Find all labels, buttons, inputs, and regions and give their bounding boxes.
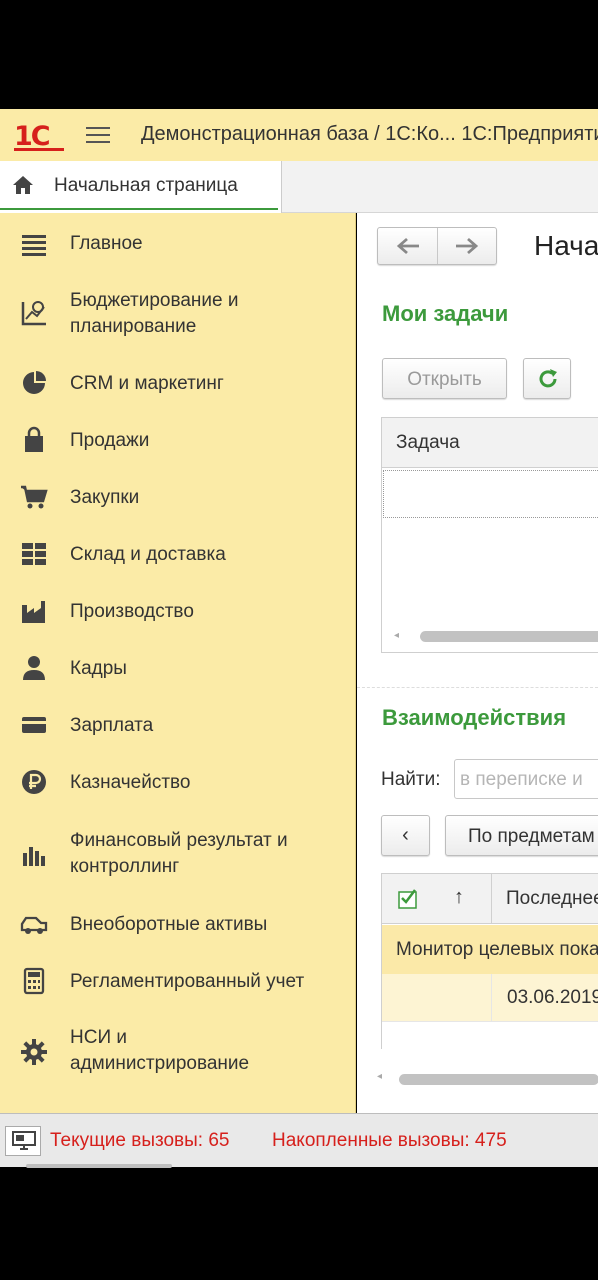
search-placeholder: в переписке и bbox=[460, 769, 583, 790]
search-input[interactable]: в переписке и bbox=[454, 759, 598, 799]
monitor-icon bbox=[12, 1131, 36, 1150]
tasks-grid-header: Задача bbox=[382, 418, 598, 468]
bar-chart-icon bbox=[23, 847, 45, 866]
status-scrollbar[interactable] bbox=[26, 1164, 172, 1168]
arrow-left-icon bbox=[396, 237, 419, 255]
sort-up-icon[interactable]: ↑ bbox=[454, 886, 464, 909]
sidebar-item-salary[interactable]: Зарплата bbox=[0, 710, 354, 744]
tasks-horizontal-scrollbar[interactable] bbox=[420, 631, 598, 642]
title-bar: 1С Демонстрационная база / 1С:Ко... 1С:П… bbox=[0, 109, 598, 161]
scroll-left-icon[interactable]: ◂ bbox=[377, 1071, 382, 1082]
active-tab-indicator bbox=[0, 208, 278, 210]
interactions-horizontal-scrollbar[interactable] bbox=[399, 1074, 598, 1085]
home-icon bbox=[13, 176, 33, 194]
interactions-grid: ↑ Последнее Монитор целевых показателей … bbox=[381, 873, 598, 1049]
by-subject-label: По предметам bbox=[468, 826, 595, 847]
open-button-label: Открыть bbox=[407, 369, 482, 390]
date-cell: 03.06.2019 bbox=[507, 987, 598, 1008]
sidebar-item-label: Внеоборотные активы bbox=[70, 914, 268, 935]
sidebar-item-budgeting[interactable]: Бюджетирование и планирование bbox=[0, 285, 354, 341]
group-row-label: Монитор целевых показателей bbox=[396, 939, 598, 960]
group-row[interactable]: Монитор целевых показателей bbox=[382, 925, 598, 974]
sidebar-item-warehouse[interactable]: Склад и доставка bbox=[0, 539, 354, 573]
menu-lines-icon bbox=[22, 235, 46, 256]
gear-icon bbox=[21, 1039, 47, 1065]
calculator-icon bbox=[23, 967, 45, 995]
sidebar-item-label: Регламентированный учет bbox=[70, 971, 305, 992]
refresh-button[interactable] bbox=[523, 358, 571, 399]
window-title: Демонстрационная база / 1С:Ко... 1С:Пред… bbox=[141, 123, 598, 145]
refresh-icon bbox=[539, 369, 557, 388]
back-button[interactable] bbox=[378, 228, 438, 264]
sidebar-item-purchases[interactable]: Закупки bbox=[0, 482, 354, 516]
main-panel: Начальная страница Мои задачи Открыть За… bbox=[357, 213, 598, 1113]
column-separator bbox=[491, 874, 492, 924]
tasks-section-title: Мои задачи bbox=[382, 301, 509, 326]
warehouse-grid-icon bbox=[22, 543, 46, 565]
sidebar-item-label: Производство bbox=[70, 601, 194, 622]
task-check-icon bbox=[398, 889, 417, 909]
sidebar-item-crm[interactable]: CRM и маркетинг bbox=[0, 368, 354, 402]
cart-icon bbox=[21, 485, 48, 509]
car-icon bbox=[20, 916, 48, 934]
hamburger-menu-icon[interactable] bbox=[86, 124, 110, 146]
tab-home-page[interactable]: Начальная страница bbox=[0, 161, 282, 213]
budget-chart-icon bbox=[21, 301, 46, 326]
sidebar-item-label: CRM и маркетинг bbox=[70, 373, 224, 394]
section-divider bbox=[357, 687, 598, 688]
ruble-coin-icon bbox=[22, 770, 46, 794]
sidebar-item-financial-result[interactable]: Финансовый результат и контроллинг bbox=[0, 825, 354, 881]
interactions-grid-header: ↑ Последнее bbox=[382, 874, 598, 924]
current-calls-counter: Текущие вызовы: 65 bbox=[50, 1130, 230, 1151]
sidebar-item-sales[interactable]: Продажи bbox=[0, 425, 354, 459]
factory-icon bbox=[22, 601, 45, 623]
tab-home-label: Начальная страница bbox=[54, 175, 238, 196]
sidebar-item-label: Казначейство bbox=[70, 772, 191, 793]
sidebar-item-treasury[interactable]: Казначейство bbox=[0, 767, 354, 801]
sidebar-item-label: НСИ и администрирование bbox=[70, 1027, 250, 1074]
chevron-left-icon: ‹ bbox=[402, 824, 409, 846]
page-title: Начальная страница bbox=[534, 230, 598, 261]
sidebar-item-fixed-assets[interactable]: Внеоборотные активы bbox=[0, 909, 354, 943]
forward-button[interactable] bbox=[438, 228, 496, 264]
table-row[interactable]: 03.06.2019 bbox=[382, 974, 598, 1022]
sections-sidebar: Главное Бюджетирование и планирование CR… bbox=[0, 213, 356, 1113]
logo-underline bbox=[14, 148, 64, 151]
accumulated-calls-counter: Накопленные вызовы: 475 bbox=[272, 1130, 507, 1151]
scroll-left-icon[interactable]: ◂ bbox=[394, 630, 399, 641]
shopping-bag-icon bbox=[25, 426, 43, 452]
sidebar-item-production[interactable]: Производство bbox=[0, 596, 354, 630]
history-nav-group bbox=[377, 227, 497, 265]
column-header-task[interactable]: Задача bbox=[396, 432, 460, 454]
sidebar-item-label: Склад и доставка bbox=[70, 544, 226, 565]
search-label: Найти: bbox=[381, 769, 441, 790]
sidebar-item-label: Зарплата bbox=[70, 715, 154, 736]
person-icon bbox=[23, 656, 45, 680]
sidebar-item-main[interactable]: Главное bbox=[0, 227, 354, 261]
tasks-grid: Задача ◂ bbox=[381, 417, 598, 653]
sidebar-item-label: Главное bbox=[70, 233, 143, 254]
performance-monitor-button[interactable] bbox=[5, 1126, 41, 1156]
sidebar-item-label: Кадры bbox=[70, 658, 127, 679]
sidebar-item-label: Бюджетирование и планирование bbox=[70, 290, 239, 337]
tasks-grid-empty-row[interactable] bbox=[383, 470, 598, 518]
open-button[interactable]: Открыть bbox=[382, 358, 507, 399]
by-subject-button[interactable]: По предметам bbox=[445, 815, 598, 856]
tab-bar: Начальная страница bbox=[0, 161, 598, 213]
status-bar: Текущие вызовы: 65 Накопленные вызовы: 4… bbox=[0, 1113, 598, 1168]
sidebar-item-label: Закупки bbox=[70, 487, 140, 508]
card-icon bbox=[22, 717, 46, 733]
column-header-last[interactable]: Последнее bbox=[506, 888, 598, 910]
sidebar-item-regulated-accounting[interactable]: Регламентированный учет bbox=[0, 966, 354, 1000]
sidebar-item-hr[interactable]: Кадры bbox=[0, 653, 354, 687]
column-separator bbox=[491, 974, 492, 1022]
sidebar-item-admin[interactable]: НСИ и администрирование bbox=[0, 1022, 354, 1078]
collapse-button[interactable]: ‹ bbox=[381, 815, 430, 856]
sidebar-item-label: Продажи bbox=[70, 430, 150, 451]
arrow-right-icon bbox=[456, 237, 479, 255]
sidebar-item-label: Финансовый результат и контроллинг bbox=[70, 830, 288, 877]
interactions-section-title: Взаимодействия bbox=[382, 705, 567, 730]
pie-chart-icon bbox=[23, 371, 46, 394]
